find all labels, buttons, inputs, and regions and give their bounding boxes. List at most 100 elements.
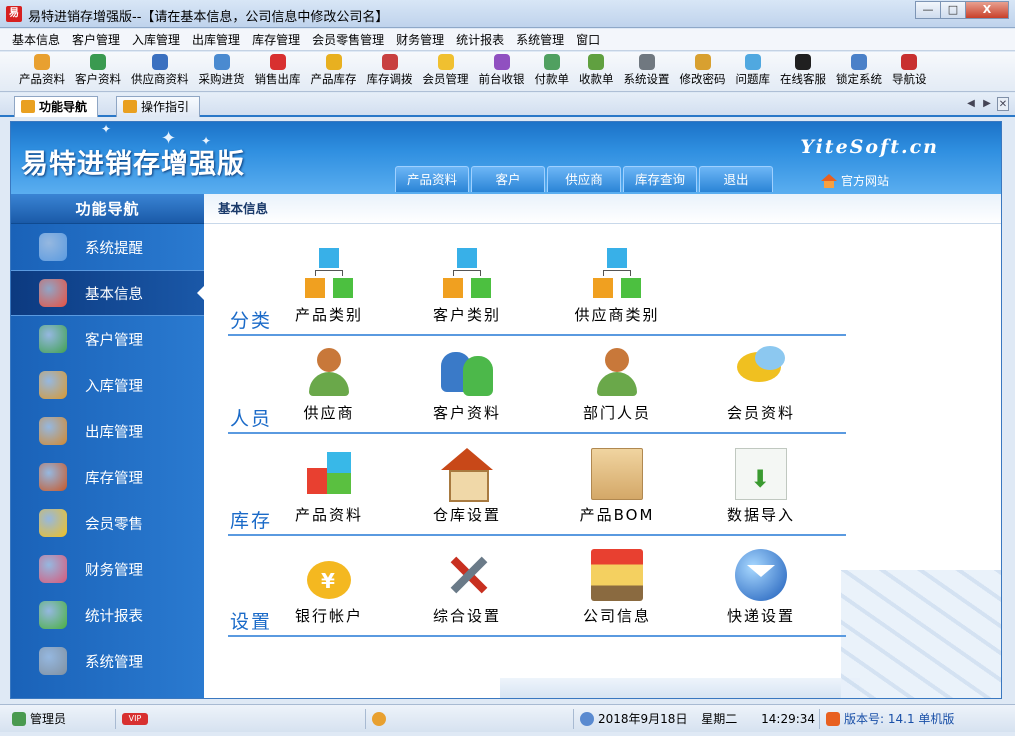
sidebar-item[interactable]: 会员零售 [11,500,204,546]
sidebar-item[interactable]: 基本信息 [11,270,205,316]
section-label: 分类 [230,310,273,332]
info-icon [39,233,67,261]
cubes-icon [39,279,67,307]
tab-guide[interactable]: 操作指引 [116,96,201,117]
toolbar-button-label: 收款单 [579,72,614,86]
toolbar-button[interactable]: 产品资料 [14,52,70,91]
window-title: 易特进销存增强版--【请在基本信息，公司信息中修改公司名】 [28,10,389,25]
toolbar-button-label: 修改密码 [679,72,726,86]
toolbar-button[interactable]: 问题库 [731,52,776,91]
toolbar-button[interactable]: 收款单 [574,52,619,91]
toolbar-button-label: 销售出库 [254,72,301,86]
sidebar-item[interactable]: 入库管理 [11,362,204,408]
menu-item[interactable]: 基本信息 [6,29,66,51]
function-item[interactable]: 客户资料 [412,346,522,423]
function-item[interactable]: 供应商 [274,346,384,423]
tab-next-icon[interactable]: ▶ [981,97,993,111]
menu-item[interactable]: 系统管理 [510,29,570,51]
users-icon [12,712,26,726]
toolbar-button[interactable]: 库存调拨 [362,52,418,91]
toolbar-button[interactable]: 采购进货 [194,52,250,91]
function-item[interactable]: 公司信息 [562,549,672,626]
chart-icon [39,601,67,629]
sidebar-item[interactable]: 系统管理 [11,638,204,684]
function-item[interactable]: 产品资料 [274,448,384,525]
guide-tab-icon [123,100,137,113]
menu-item[interactable]: 会员零售管理 [306,29,390,51]
function-item[interactable]: 综合设置 [412,549,522,626]
function-item[interactable]: 数据导入 [706,448,816,525]
sidebar-item[interactable]: 库存管理 [11,454,204,500]
status-datetime: 2018年9月18日 星期二 14:29:34 [576,709,820,729]
tab-prev-icon[interactable]: ◀ [965,97,977,111]
product-cubes-icon [303,448,355,500]
support-icon [372,712,386,726]
toolbar-button[interactable]: 修改密码 [675,52,731,91]
sidebar-item[interactable]: 统计报表 [11,592,204,638]
tab-function-nav[interactable]: 功能导航 [14,96,99,117]
sidebar-item-label: 客户管理 [85,332,143,349]
keyboard-decoration [841,570,1001,698]
function-item[interactable]: 部门人员 [562,346,672,423]
tab-close-icon[interactable]: ✕ [997,97,1009,111]
maximize-button[interactable]: □ [940,1,966,19]
function-item[interactable]: 银行帐户 [274,549,384,626]
customers-icon [441,346,493,398]
content-panel: 分类 产品类别 客户类别 供应商类别 人员 供应商 客户资料 部门人员 会员资料 库存 产品资料 仓库… [204,224,1001,698]
menu-item[interactable]: 统计报表 [450,29,510,51]
toolbar-button[interactable]: 锁定系统 [831,52,887,91]
sidebar-item[interactable]: 客户管理 [11,316,204,362]
toolbar-button-label: 锁定系统 [836,72,882,86]
banner-tab-exit[interactable]: 退出 [699,166,773,192]
sidebar-item-label: 系统提醒 [85,240,143,257]
toolbar-button-label: 产品库存 [310,72,357,86]
minimize-button[interactable]: — [915,1,941,19]
official-site-label: 官方网站 [841,174,890,188]
function-item[interactable]: 产品类别 [274,248,384,325]
status-time: 14:29:34 [761,712,816,726]
toolbar-button-label: 供应商资料 [131,72,189,86]
shop-icon [591,549,643,601]
toolbar-button-label: 导航设 [892,72,927,86]
menu-item[interactable]: 客户管理 [66,29,126,51]
toolbar-button[interactable]: 前台收银 [474,52,530,91]
banner-tab-stock-query[interactable]: 库存查询 [623,166,697,192]
document-tabs: 功能导航 操作指引 ◀ ▶ ✕ [0,93,1015,117]
toolbar-button[interactable]: 系统设置 [619,52,675,91]
function-item[interactable]: 快递设置 [706,549,816,626]
truck-icon [213,54,230,70]
function-item[interactable]: 产品BOM [562,448,672,525]
finance-icon [39,555,67,583]
chat-icon [39,509,67,537]
function-item[interactable]: 供应商类别 [562,248,672,325]
toolbar-button[interactable]: 付款单 [530,52,575,91]
function-item[interactable]: 客户类别 [412,248,522,325]
toolbar-button[interactable]: 导航设 [887,52,932,91]
toolbar-button[interactable]: 在线客服 [775,52,831,91]
function-item-label: 客户资料 [432,404,501,422]
toolbar-button[interactable]: 会员管理 [418,52,474,91]
toolbar-button[interactable]: 客户资料 [70,52,126,91]
function-item[interactable]: 会员资料 [706,346,816,423]
warehouse-house-icon [441,448,493,502]
menu-item[interactable]: 财务管理 [390,29,450,51]
sidebar-item[interactable]: 出库管理 [11,408,204,454]
close-button[interactable]: X [965,1,1009,19]
menu-item[interactable]: 入库管理 [126,29,186,51]
menu-item[interactable]: 窗口 [570,29,606,51]
sidebar-item[interactable]: 系统提醒 [11,224,204,270]
toolbar-button[interactable]: 供应商资料 [126,52,194,91]
toolbar-button[interactable]: 销售出库 [250,52,306,91]
menu-item[interactable]: 出库管理 [186,29,246,51]
function-item[interactable]: 仓库设置 [412,448,522,525]
official-site-link[interactable]: 官方网站 [821,172,889,189]
member-chat-icon [735,346,787,398]
sidebar-item[interactable]: 财务管理 [11,546,204,592]
banner-tab-customer[interactable]: 客户 [471,166,545,192]
banner-tab-supplier[interactable]: 供应商 [547,166,621,192]
toolbar-button[interactable]: 产品库存 [306,52,362,91]
banner-tab-product[interactable]: 产品资料 [395,166,469,192]
sidebar-item-label: 财务管理 [85,562,143,579]
status-date: 2018年9月18日 [598,712,688,726]
menu-item[interactable]: 库存管理 [246,29,306,51]
